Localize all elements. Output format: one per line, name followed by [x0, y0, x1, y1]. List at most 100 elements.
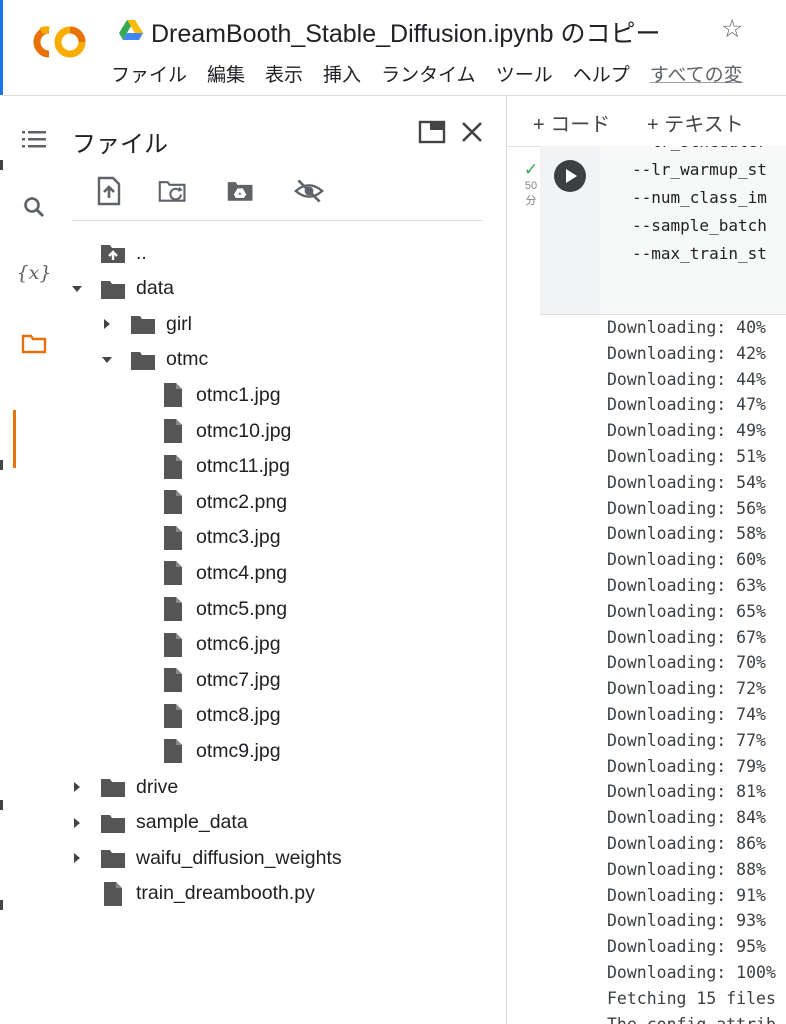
output-line: Downloading: 79%: [607, 756, 766, 776]
file-row[interactable]: otmc3.jpg: [132, 521, 281, 555]
output-line: Downloading: 49%: [607, 421, 766, 441]
folder-row[interactable]: data: [72, 272, 174, 306]
output-line: Downloading: 77%: [607, 730, 766, 750]
file-row[interactable]: otmc11.jpg: [132, 450, 290, 484]
output-line: Downloading: 86%: [607, 834, 766, 853]
search-icon[interactable]: [21, 194, 47, 220]
file-icon: [160, 668, 186, 693]
folder-icon: [100, 811, 126, 835]
file-toolbar: [72, 162, 482, 221]
output-line: Downloading: 91%: [607, 885, 766, 905]
output-line: Downloading: 44%: [607, 369, 766, 389]
files-folder-icon[interactable]: [21, 330, 47, 356]
file-row[interactable]: otmc2.png: [132, 485, 287, 519]
output-line: Downloading: 88%: [607, 859, 766, 879]
notebook-title[interactable]: DreamBooth_Stable_Diffusion.ipynb のコピー: [151, 14, 661, 50]
chevron-right-icon[interactable]: [102, 317, 112, 331]
file-browser-panel: ファイル .. data girl otmc otmc1.jpg otmc10.jpg ot…: [56, 96, 507, 1024]
file-icon: [160, 597, 186, 621]
chevron-right-icon[interactable]: [72, 816, 82, 830]
menu-runtime[interactable]: ランタイム: [381, 60, 476, 87]
code-editor[interactable]: --lr_scheduler --lr_warmup_st --num_class_…: [600, 146, 786, 314]
tree-item-label: data: [136, 277, 174, 300]
file-row[interactable]: train_dreambooth.py: [72, 877, 315, 911]
chevron-down-icon[interactable]: [102, 353, 112, 367]
file-row[interactable]: otmc5.png: [132, 592, 287, 626]
chevron-right-icon[interactable]: [72, 851, 82, 865]
tree-item-label: sample_data: [136, 811, 248, 834]
menu-help[interactable]: ヘルプ: [573, 60, 630, 87]
menu-edit[interactable]: 編集: [207, 60, 245, 87]
file-row[interactable]: otmc1.jpg: [132, 378, 281, 412]
code-line: --lr_warmup_st: [632, 160, 767, 179]
google-drive-icon[interactable]: [119, 20, 143, 40]
tree-item-label: otmc6.jpg: [196, 633, 281, 656]
parent-folder-row[interactable]: ..: [72, 236, 147, 270]
file-row[interactable]: otmc10.jpg: [132, 414, 291, 448]
menu-insert[interactable]: 挿入: [323, 60, 361, 87]
folder-row[interactable]: girl: [102, 307, 192, 341]
output-line: Downloading: 93%: [607, 911, 766, 931]
tree-item-label: otmc9.jpg: [196, 739, 281, 762]
star-icon[interactable]: ☆: [721, 14, 743, 44]
output-line: Downloading: 47%: [607, 395, 766, 415]
folder-row[interactable]: waifu_diffusion_weights: [72, 841, 342, 875]
file-row[interactable]: otmc6.jpg: [132, 628, 281, 662]
tree-item-label: waifu_diffusion_weights: [136, 846, 342, 869]
folder-row[interactable]: otmc: [102, 343, 208, 377]
add-text-button[interactable]: + テキスト: [647, 108, 744, 137]
chevron-right-icon[interactable]: [72, 780, 82, 794]
output-line: Downloading: 51%: [607, 447, 766, 466]
refresh-folder-icon[interactable]: [158, 176, 188, 206]
tree-item-label: ..: [136, 241, 147, 264]
table-of-contents-icon[interactable]: [21, 126, 47, 152]
output-line: Downloading: 70%: [607, 653, 766, 673]
output-line: Downloading: 58%: [607, 524, 766, 544]
output-line: The config attrib: [607, 1015, 776, 1024]
notebook-toolbar: + コード + テキスト: [507, 96, 786, 147]
folder-row[interactable]: drive: [72, 770, 178, 804]
file-icon: [100, 881, 126, 906]
file-row[interactable]: otmc4.png: [132, 556, 287, 590]
run-cell-button[interactable]: [554, 160, 586, 192]
file-icon: [160, 525, 186, 550]
app-header: DreamBooth_Stable_Diffusion.ipynb のコピー ☆…: [3, 0, 786, 96]
output-line: Downloading: 84%: [607, 808, 766, 828]
add-code-button[interactable]: + コード: [533, 108, 610, 137]
menu-view[interactable]: 表示: [265, 60, 303, 87]
output-line: Downloading: 67%: [607, 627, 766, 647]
chevron-down-icon[interactable]: [72, 282, 82, 296]
file-icon: [160, 703, 186, 728]
tree-item-label: otmc8.jpg: [196, 704, 281, 727]
close-icon[interactable]: [460, 120, 484, 144]
output-line: Downloading: 74%: [607, 705, 766, 724]
output-line: Downloading: 40%: [607, 318, 766, 337]
folder-icon: [130, 312, 156, 336]
file-row[interactable]: otmc7.jpg: [132, 663, 281, 697]
file-icon: [160, 632, 186, 657]
mount-drive-icon[interactable]: [226, 176, 256, 206]
all-changes-saved-link[interactable]: すべての変: [650, 60, 743, 87]
open-in-tab-icon[interactable]: [418, 120, 446, 144]
tree-item-label: otmc4.png: [196, 561, 288, 584]
file-row[interactable]: otmc9.jpg: [132, 734, 281, 768]
folder-row[interactable]: sample_data: [72, 806, 248, 840]
menu-file[interactable]: ファイル: [111, 60, 187, 87]
tree-item-label: train_dreambooth.py: [136, 882, 315, 905]
code-line: --num_class_im: [632, 188, 767, 207]
file-row[interactable]: otmc8.jpg: [132, 699, 281, 733]
variables-icon[interactable]: {x}: [17, 260, 52, 286]
menu-tools[interactable]: ツール: [496, 60, 553, 87]
hide-files-icon[interactable]: [294, 176, 324, 206]
tree-item-label: otmc: [166, 348, 209, 371]
code-cell[interactable]: --lr_scheduler --lr_warmup_st --num_class_…: [540, 146, 786, 315]
tree-item-label: otmc5.png: [196, 597, 288, 620]
tree-item-label: girl: [166, 312, 193, 335]
colab-logo[interactable]: [27, 22, 89, 62]
output-line: Downloading: 81%: [607, 782, 766, 802]
upload-file-icon[interactable]: [94, 176, 124, 206]
